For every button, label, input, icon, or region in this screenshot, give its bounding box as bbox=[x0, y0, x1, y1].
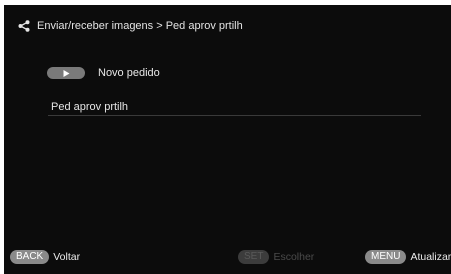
menu-control[interactable]: MENU Atualizar bbox=[365, 250, 451, 264]
menu-label: Atualizar bbox=[410, 251, 451, 263]
set-control: SET Escolher bbox=[238, 250, 314, 264]
back-key[interactable]: BACK bbox=[10, 250, 50, 264]
list-divider bbox=[48, 115, 421, 116]
back-control[interactable]: BACK Voltar bbox=[10, 250, 80, 264]
set-key: SET bbox=[238, 250, 270, 264]
new-order-button[interactable] bbox=[47, 67, 85, 79]
share-icon bbox=[18, 20, 30, 32]
play-icon bbox=[63, 69, 69, 77]
breadcrumb-header: Enviar/receber imagens > Ped aprov prtil… bbox=[18, 20, 243, 32]
camera-screen: Enviar/receber imagens > Ped aprov prtil… bbox=[4, 5, 451, 274]
list-item[interactable]: Ped aprov prtilh bbox=[51, 101, 128, 113]
new-order-row[interactable]: Novo pedido bbox=[47, 67, 160, 79]
menu-key[interactable]: MENU bbox=[365, 250, 407, 264]
page-title: Enviar/receber imagens > Ped aprov prtil… bbox=[37, 20, 243, 32]
back-label: Voltar bbox=[53, 251, 81, 263]
new-order-label: Novo pedido bbox=[98, 67, 160, 79]
set-label: Escolher bbox=[273, 251, 315, 263]
